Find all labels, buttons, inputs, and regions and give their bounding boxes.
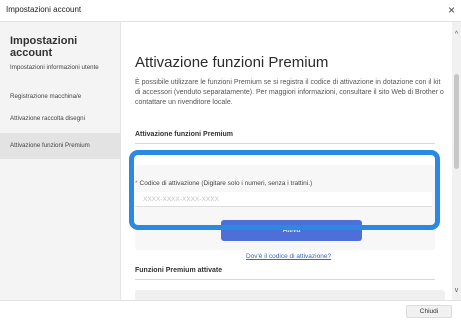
footer: Chiudi: [0, 300, 461, 320]
sidebar-item-pattern-collection[interactable]: Attivazione raccolta disegni: [0, 106, 121, 132]
highlight-frame: [129, 150, 440, 230]
scrollbar[interactable]: ^ v: [452, 22, 461, 300]
activated-features-list: [135, 290, 445, 300]
sidebar: Impostazioni account Impostazioni inform…: [0, 22, 121, 300]
sidebar-item-premium-features[interactable]: Attivazione funzioni Premium: [0, 133, 121, 159]
activation-section-title: Attivazione funzioni Premium: [135, 131, 234, 138]
sidebar-item-user-info[interactable]: Impostazioni informazioni utente: [0, 55, 121, 81]
close-icon[interactable]: ×: [448, 3, 455, 17]
activation-code-help-link[interactable]: Dov'è il codice di attivazione?: [246, 253, 331, 260]
window-title: Impostazioni account: [6, 5, 82, 14]
scroll-thumb[interactable]: [454, 74, 459, 169]
section-divider: [135, 143, 435, 144]
scroll-down-icon[interactable]: v: [452, 286, 461, 295]
title-bar: Impostazioni account ×: [0, 0, 461, 22]
page-description: È possibile utilizzare le funzioni Premi…: [135, 79, 444, 106]
activated-section-title: Funzioni Premium attivate: [135, 267, 223, 274]
section-divider: [135, 279, 435, 280]
scroll-up-icon[interactable]: ^: [452, 30, 461, 39]
close-button[interactable]: Chiudi: [406, 305, 452, 318]
page-title: Attivazione funzioni Premium: [135, 54, 329, 71]
